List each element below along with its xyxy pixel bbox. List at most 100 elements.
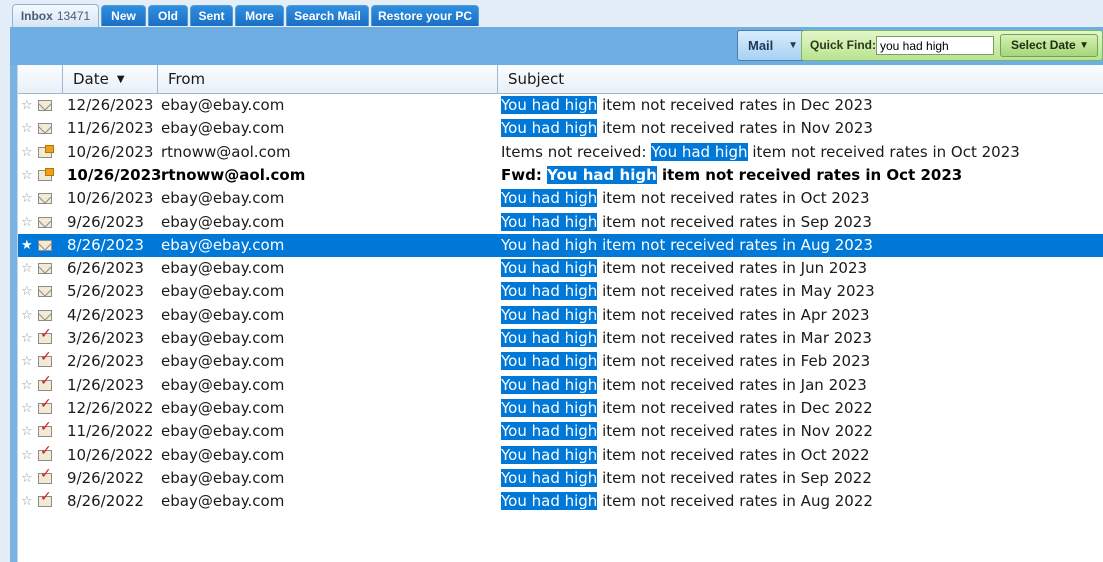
table-row[interactable]: ☆ 9/26/2022 ebay@ebay.com You had high item… [18,466,1103,490]
replied-envelope-icon [38,443,52,461]
table-row[interactable]: ☆ 9/26/2023 ebay@ebay.com You had high item… [18,211,1103,234]
search-highlight: You had high [501,189,598,208]
replied-envelope-icon [38,466,52,484]
star-icon[interactable]: ☆ [21,94,33,117]
column-header-flags[interactable] [18,65,63,93]
row-subject: You had high item not received rates in … [501,397,873,420]
table-row[interactable]: ☆ 12/26/2022 ebay@ebay.com You had high ite… [18,396,1103,420]
envelope-icon [38,309,52,321]
table-row[interactable]: ☆ 10/26/2023 rtnoww@aol.com Fwd: You had hi… [18,164,1103,187]
tab-restore-your-pc[interactable]: Restore your PC [371,5,479,26]
table-row[interactable]: ☆ 12/26/2023 ebay@ebay.com You had high ite… [18,94,1103,117]
subject-rest: item not received rates in Dec 2022 [597,398,873,417]
left-frame-bar [10,27,17,562]
table-row[interactable]: ☆ 10/26/2022 ebay@ebay.com You had high ite… [18,443,1103,467]
subject-rest: item not received rates in Jan 2023 [597,375,867,394]
star-icon[interactable]: ☆ [21,304,33,327]
tab-search-mail[interactable]: Search Mail [286,5,369,26]
search-highlight: You had high [501,235,598,254]
row-from: ebay@ebay.com [161,305,285,324]
row-date: 12/26/2022 [67,398,154,417]
row-date: 4/26/2023 [67,305,144,324]
forwarded-envelope-icon [38,144,54,158]
star-icon[interactable]: ☆ [21,141,33,164]
envelope-icon [38,100,52,111]
row-subject: You had high item not received rates in … [501,187,870,210]
star-icon[interactable]: ☆ [21,257,33,280]
subject-rest: item not received rates in May 2023 [597,282,875,301]
search-highlight: You had high [651,142,748,161]
row-date: 3/26/2023 [67,329,144,347]
search-highlight: You had high [501,329,598,347]
tab-old[interactable]: Old [148,5,188,26]
star-icon[interactable]: ☆ [21,164,33,187]
select-date-button[interactable]: Select Date ▼ [1000,34,1098,57]
row-from: ebay@ebay.com [161,96,285,114]
tab-inbox[interactable]: Inbox 13471 [12,4,99,27]
star-icon[interactable]: ☆ [21,327,33,350]
column-header-date[interactable]: Date ▼ [63,65,158,93]
row-date: 8/26/2023 [67,235,144,254]
tab-more[interactable]: More [235,5,284,26]
star-icon[interactable]: ☆ [21,490,33,513]
table-row[interactable]: ☆ 4/26/2023 ebay@ebay.com You had high item… [18,304,1103,327]
star-icon[interactable]: ☆ [21,420,33,443]
table-row[interactable]: ☆ 11/26/2022 ebay@ebay.com You had high ite… [18,419,1103,443]
star-icon[interactable]: ☆ [21,467,33,490]
star-icon[interactable]: ☆ [21,280,33,303]
row-date: 9/26/2022 [67,468,144,487]
star-icon[interactable]: ☆ [21,397,33,420]
table-row[interactable]: ☆ 10/26/2023 rtnoww@aol.com Items not recei… [18,141,1103,164]
row-from: ebay@ebay.com [161,189,285,208]
search-highlight: You had high [501,398,598,417]
row-date: 12/26/2023 [67,96,154,114]
row-date: 9/26/2023 [67,212,144,231]
table-row[interactable]: ☆ 1/26/2023 ebay@ebay.com You had high item… [18,373,1103,397]
search-highlight: You had high [547,165,657,184]
row-from: ebay@ebay.com [161,398,285,417]
search-highlight: You had high [501,282,598,301]
row-date: 2/26/2023 [67,352,144,371]
star-icon[interactable]: ☆ [21,444,33,467]
message-list: Date ▼ From Subject ☆ 12/26/2023 ebay@ebay.… [17,65,1103,562]
search-highlight: You had high [501,445,598,464]
tab-new[interactable]: New [101,5,146,26]
star-icon[interactable]: ☆ [21,187,33,210]
tab-sent[interactable]: Sent [190,5,233,26]
star-icon[interactable]: ★ [21,234,33,257]
row-from: rtnoww@aol.com [161,165,306,184]
star-icon[interactable]: ☆ [21,117,33,140]
column-header-row: Date ▼ From Subject [18,65,1103,94]
table-row[interactable]: ☆ 6/26/2023 ebay@ebay.com You had high item… [18,257,1103,280]
star-icon[interactable]: ☆ [21,350,33,373]
column-header-date-label: Date [73,70,109,88]
table-row[interactable]: ☆ 11/26/2023 ebay@ebay.com You had high ite… [18,117,1103,140]
column-header-subject[interactable]: Subject [498,65,1103,93]
table-row[interactable]: ☆ 5/26/2023 ebay@ebay.com You had high item… [18,280,1103,303]
table-row[interactable]: ☆ 2/26/2023 ebay@ebay.com You had high item… [18,349,1103,373]
search-highlight: You had high [501,468,598,487]
star-icon[interactable]: ☆ [21,374,33,397]
row-subject: You had high item not received rates in … [501,304,870,327]
chevron-down-icon: ▼ [1079,40,1089,51]
row-date: 10/26/2023 [67,142,154,161]
chevron-down-icon: ▼ [788,40,798,51]
row-subject: Fwd: You had high item not received rate… [501,164,962,187]
table-row[interactable]: ☆ 8/26/2022 ebay@ebay.com You had high item… [18,489,1103,513]
search-highlight: You had high [501,352,598,371]
row-subject: You had high item not received rates in … [501,94,873,117]
search-highlight: You had high [501,305,598,324]
tab-inbox-label: Inbox [20,9,53,23]
table-row[interactable]: ☆ 3/26/2023 ebay@ebay.com You had high item… [18,326,1103,350]
row-subject: You had high item not received rates in … [501,350,870,373]
row-subject: You had high item not received rates in … [501,234,873,257]
mail-button[interactable]: Mail ▼ [737,30,807,61]
table-row[interactable]: ★ 8/26/2023 ebay@ebay.com You had high item… [18,233,1103,257]
column-header-from[interactable]: From [158,65,498,93]
quick-find-input[interactable] [876,36,994,55]
subject-rest: item not received rates in Nov 2023 [597,119,873,138]
row-subject: You had high item not received rates in … [501,374,867,397]
envelope-icon [38,123,52,135]
table-row[interactable]: ☆ 10/26/2023 ebay@ebay.com You had high ite… [18,187,1103,210]
star-icon[interactable]: ☆ [21,211,33,234]
